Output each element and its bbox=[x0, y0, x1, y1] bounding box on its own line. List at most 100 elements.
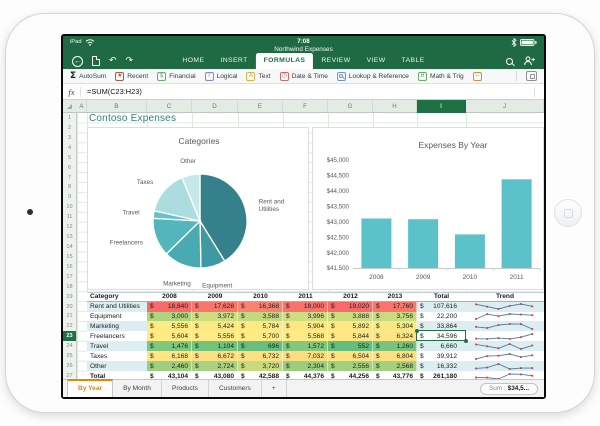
row-header-1[interactable]: 1 bbox=[63, 113, 77, 123]
table-cell-2012-row20[interactable]: $19,020 bbox=[328, 301, 373, 312]
formula-bar[interactable]: fx =SUM(C23:H23) bbox=[63, 84, 544, 100]
search-icon[interactable] bbox=[506, 57, 513, 65]
row-header-8[interactable]: 8 bbox=[63, 182, 77, 193]
column-header-B[interactable]: B bbox=[87, 100, 147, 113]
ribbon-tab-insert[interactable]: INSERT bbox=[212, 53, 255, 69]
table-row-category[interactable]: Other bbox=[87, 361, 147, 372]
table-cell-2009-row26[interactable]: $2,724 bbox=[192, 361, 238, 372]
table-cell-2009-row22[interactable]: $5,424 bbox=[192, 321, 238, 332]
keypad-toggle-icon[interactable] bbox=[526, 71, 537, 81]
row-header-15[interactable]: 15 bbox=[63, 251, 77, 262]
date-time-button[interactable]: ◷ Date & Time bbox=[279, 71, 328, 81]
row-header-11[interactable]: 11 bbox=[63, 212, 77, 223]
table-cell-2012-row21[interactable]: $3,888 bbox=[328, 311, 373, 322]
worksheet-grid[interactable]: 1 2 3 4 5 6 7 8 9 10 11 12 13 14 15 16 17 18 19 20 21 22 23 24 2… bbox=[63, 113, 544, 379]
table-cell-2012-row24[interactable]: $552 bbox=[328, 341, 373, 352]
redo-button[interactable]: ↷ bbox=[126, 56, 134, 66]
row-header-22[interactable]: 22 bbox=[63, 321, 77, 332]
row-header-9[interactable]: 9 bbox=[63, 192, 77, 203]
table-header-2012[interactable]: 2012 bbox=[328, 291, 373, 302]
table-cell-trend-row24[interactable] bbox=[466, 341, 544, 352]
table-header-trend[interactable]: Trend bbox=[466, 291, 544, 302]
select-all-icon[interactable] bbox=[67, 104, 72, 109]
row-header-5[interactable]: 5 bbox=[63, 152, 77, 163]
column-header-J[interactable]: J bbox=[466, 100, 544, 113]
column-header-F[interactable]: F bbox=[283, 100, 328, 113]
table-cell-2012-row23[interactable]: $5,844 bbox=[328, 331, 373, 342]
table-cell-2012-row26[interactable]: $2,556 bbox=[328, 361, 373, 372]
table-cell-2008-row21[interactable]: $3,000 bbox=[147, 311, 192, 322]
table-cell-2013-row25[interactable]: $6,804 bbox=[373, 351, 417, 362]
ribbon-tab-home[interactable]: HOME bbox=[174, 53, 212, 69]
table-cell-2010-row27[interactable]: $42,588 bbox=[238, 371, 283, 379]
table-cell-2008-row25[interactable]: $6,168 bbox=[147, 351, 192, 362]
lookup-reference-button[interactable]: Lookup & Reference bbox=[336, 71, 409, 81]
table-cell-2011-row25[interactable]: $7,032 bbox=[283, 351, 328, 362]
table-cell-total-row21[interactable]: $22,200 bbox=[417, 311, 466, 322]
table-row-category[interactable]: Taxes bbox=[87, 351, 147, 362]
row-header-2[interactable]: 2 bbox=[63, 122, 77, 133]
table-cell-total-row20[interactable]: $107,616 bbox=[417, 301, 466, 312]
table-header-2010[interactable]: 2010 bbox=[238, 291, 283, 302]
table-header-2011[interactable]: 2011 bbox=[283, 291, 328, 302]
column-header-A[interactable]: A bbox=[77, 100, 87, 113]
recent-button[interactable]: ★ Recent bbox=[115, 71, 148, 81]
share-person-icon[interactable] bbox=[524, 56, 535, 66]
table-cell-trend-row23[interactable] bbox=[466, 331, 544, 342]
table-row-category[interactable]: Freelancers bbox=[87, 331, 147, 342]
table-cell-2013-row23[interactable]: $6,324 bbox=[373, 331, 417, 342]
bar-chart[interactable]: Expenses By Year $45,000 $44,500 $44,000 $43… bbox=[312, 127, 544, 290]
table-cell-2011-row27[interactable]: $44,376 bbox=[283, 371, 328, 379]
column-header-C[interactable]: C bbox=[147, 100, 192, 113]
selection-handle-bottom-right[interactable] bbox=[463, 338, 468, 343]
undo-button[interactable]: ↶ bbox=[109, 56, 117, 66]
table-cell-2008-row23[interactable]: $5,604 bbox=[147, 331, 192, 342]
sheet-tab-products[interactable]: Products bbox=[162, 380, 209, 397]
pie-chart[interactable]: Categories Rent and Utilities Equipment Mark… bbox=[87, 127, 309, 290]
row-header-25[interactable]: 25 bbox=[63, 351, 77, 362]
table-cell-2010-row20[interactable]: $16,368 bbox=[238, 301, 283, 312]
table-row-category[interactable]: Marketing bbox=[87, 321, 147, 332]
column-header-E[interactable]: E bbox=[238, 100, 283, 113]
formula-text[interactable]: =SUM(C23:H23) bbox=[81, 87, 142, 96]
ribbon-tab-formulas[interactable]: FORMULAS bbox=[255, 53, 314, 69]
row-header-17[interactable]: 17 bbox=[63, 271, 77, 282]
row-header-12[interactable]: 12 bbox=[63, 222, 77, 233]
column-header-I[interactable]: I bbox=[417, 100, 466, 113]
sum-status-pill[interactable]: Sum : $34,5... bbox=[479, 382, 538, 395]
table-cell-2010-row24[interactable]: $696 bbox=[238, 341, 283, 352]
table-cell-2010-row25[interactable]: $6,732 bbox=[238, 351, 283, 362]
table-cell-2008-row20[interactable]: $18,840 bbox=[147, 301, 192, 312]
table-cell-2009-row20[interactable]: $17,628 bbox=[192, 301, 238, 312]
table-cell-2011-row20[interactable]: $18,000 bbox=[283, 301, 328, 312]
row-header-14[interactable]: 14 bbox=[63, 242, 77, 252]
row-header-20[interactable]: 20 bbox=[63, 301, 77, 312]
table-cell-trend-row22[interactable] bbox=[466, 321, 544, 332]
table-header-2009[interactable]: 2009 bbox=[192, 291, 238, 302]
table-cell-total-row25[interactable]: $39,912 bbox=[417, 351, 466, 362]
row-header-26[interactable]: 26 bbox=[63, 361, 77, 372]
autosum-button[interactable]: Σ AutoSum bbox=[70, 71, 106, 81]
column-header-G[interactable]: G bbox=[328, 100, 373, 113]
sheet-tab-by-month[interactable]: By Month bbox=[113, 380, 162, 397]
row-header-21[interactable]: 21 bbox=[63, 311, 77, 322]
bar-2009[interactable] bbox=[408, 219, 439, 268]
row-header-6[interactable]: 6 bbox=[63, 162, 77, 173]
table-cell-trend-row26[interactable] bbox=[466, 361, 544, 372]
bar-2011[interactable] bbox=[501, 179, 532, 268]
table-cell-2009-row21[interactable]: $3,972 bbox=[192, 311, 238, 322]
logical-button[interactable]: ? Logical bbox=[204, 71, 237, 81]
table-header-category[interactable]: Category bbox=[87, 291, 147, 302]
cell-contoso-expenses-title[interactable]: Contoso Expenses bbox=[89, 113, 176, 125]
table-cell-2012-row22[interactable]: $5,892 bbox=[328, 321, 373, 332]
table-cell-2013-row24[interactable]: $1,260 bbox=[373, 341, 417, 352]
row-header-3[interactable]: 3 bbox=[63, 132, 77, 143]
ribbon-tab-view[interactable]: VIEW bbox=[359, 53, 394, 69]
column-header-H[interactable]: H bbox=[373, 100, 417, 113]
table-row-category[interactable]: Travel bbox=[87, 341, 147, 352]
table-cell-total-row24[interactable]: $6,660 bbox=[417, 341, 466, 352]
more-functions-button[interactable]: − bbox=[472, 71, 482, 81]
table-cell-2012-row25[interactable]: $6,504 bbox=[328, 351, 373, 362]
table-cell-total-row27[interactable]: $261,180 bbox=[417, 371, 466, 379]
add-sheet-button[interactable]: + bbox=[262, 380, 287, 397]
